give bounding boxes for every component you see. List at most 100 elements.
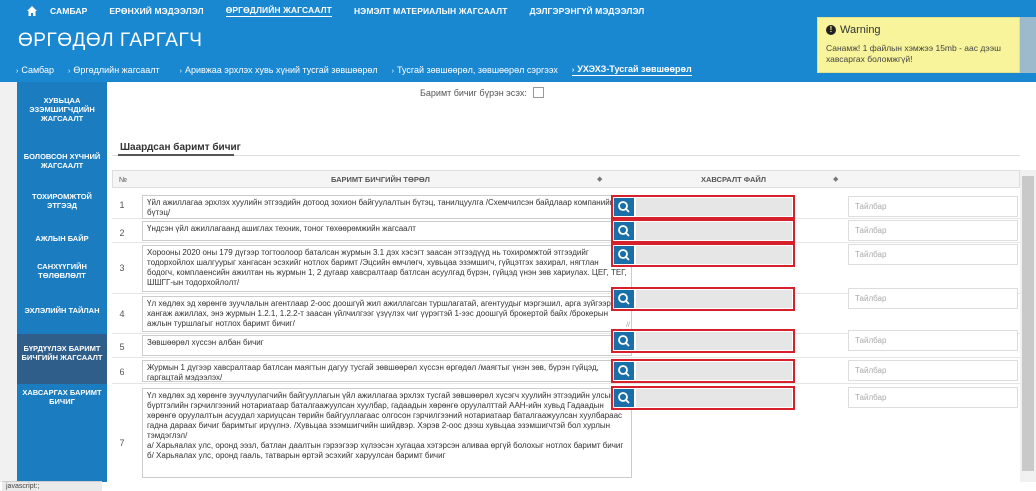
table-row: 1 Үйл ажиллагаа эрхлэх хуулийн этгээдийн… [112, 188, 1020, 219]
page-title: ӨРГӨДӨЛ ГАРГАГЧ [18, 30, 203, 51]
breadcrumb-label: Өргөдлийн жагсаалт [73, 65, 160, 75]
doc-type-text: Үйл ажиллагаа эрхлэх хуулийн этгээдийн д… [147, 198, 615, 217]
breadcrumb-label: Тусгай зөвшөөрөл, зөвшөөрөл сэргээх [397, 65, 558, 75]
breadcrumb-item-current[interactable]: › УХЭХЗ-Тусгай зөвшөөрөл [571, 64, 692, 76]
chevron-right-icon: › [391, 68, 394, 75]
doc-type-text: Үл хөдлөх эд хөрөнгө зуучлалын агентлаар… [147, 299, 611, 328]
search-icon[interactable] [614, 246, 634, 264]
file-path-input[interactable] [636, 332, 792, 350]
breadcrumb-item[interactable]: › Тусгай зөвшөөрөл, зөвшөөрөл сэргээх [392, 65, 558, 75]
toast-title-row: ! Warning [826, 24, 1011, 36]
search-icon[interactable] [614, 332, 634, 350]
breadcrumb-label: УХЭХЗ-Тусгай зөвшөөрөл [577, 64, 692, 74]
doc-complete-checkbox[interactable] [532, 87, 544, 98]
file-path-input[interactable] [636, 290, 792, 308]
sidebar-item-financial-plan[interactable]: САНХҮҮГИЙН ТӨЛӨВЛӨЛТ [17, 262, 107, 280]
doc-type-text: Хорооны 2020 оны 179 дүгээр тогтоолоор б… [147, 248, 627, 287]
doc-type-textarea[interactable]: Үл хөдлөх эд хөрөнгө зуучлалын агентлаар… [142, 296, 632, 332]
nav-dashboard[interactable]: САМБАР [50, 6, 87, 17]
note-input[interactable]: Тайлбар [848, 330, 1018, 351]
doc-type-text: Зөвшөөрөл хүссэн албан бичиг [147, 338, 264, 347]
doc-type-textarea[interactable]: Зөвшөөрөл хүссэн албан бичиг// [142, 335, 632, 356]
row-number: 7 [119, 438, 125, 448]
doc-type-text: Үндсэн үйл ажиллагаанд ашиглах техник, т… [147, 224, 416, 233]
scrollbar-thumb[interactable] [1022, 176, 1034, 471]
status-bar: javascript:; [2, 481, 102, 491]
note-input[interactable]: Тайлбар [848, 360, 1018, 381]
note-input[interactable]: Тайлбар [848, 288, 1018, 309]
table-row: 2 Үндсэн үйл ажиллагаанд ашиглах техник,… [112, 219, 1020, 243]
toast-title: Warning [840, 24, 881, 36]
sort-icon[interactable]: ◆ [597, 175, 602, 183]
file-path-input[interactable] [636, 362, 792, 380]
header-attached-file[interactable]: ХАВСРАЛТ ФАЙЛ [701, 175, 766, 184]
breadcrumb-item[interactable]: › Аривжаа эрхлэх хувь хүний тусгай зөвшөө… [180, 65, 378, 75]
doc-type-textarea[interactable]: Үл хөдлөх эд хөрөнгө зуучлуулагчийн байг… [142, 388, 632, 478]
row-number: 6 [119, 367, 125, 377]
doc-type-text: Үл хөдлөх эд хөрөнгө зуучлуулагчийн байг… [147, 391, 624, 460]
file-upload-field[interactable] [611, 195, 795, 219]
header-doc-type[interactable]: БАРИМТ БИЧГИЙН ТӨРӨЛ [331, 175, 430, 184]
sidebar-item-staff[interactable]: БОЛОВСОН ХҮЧНИЙ ЖАГСААЛТ [17, 152, 107, 170]
file-upload-field[interactable] [611, 386, 795, 410]
note-input[interactable]: Тайлбар [848, 220, 1018, 241]
doc-type-textarea[interactable]: Хорооны 2020 оны 179 дүгээр тогтоолоор б… [142, 245, 632, 292]
header-num[interactable]: № [119, 175, 127, 184]
file-upload-field[interactable] [611, 219, 795, 243]
row-number: 2 [119, 228, 125, 238]
search-icon[interactable] [614, 389, 634, 407]
file-upload-field[interactable] [611, 287, 795, 311]
toast-side-edge [1020, 17, 1036, 73]
file-path-input[interactable] [636, 222, 792, 240]
file-upload-field[interactable] [611, 359, 795, 383]
table-row: 7 Үл хөдлөх эд хөрөнгө зуучлуулагчийн ба… [112, 384, 1020, 482]
search-icon[interactable] [614, 290, 634, 308]
search-icon[interactable] [614, 362, 634, 380]
note-input[interactable]: Тайлбар [848, 387, 1018, 408]
nav-general-info[interactable]: ЕРӨНХИЙ МЭДЭЭЛЭЛ [109, 6, 203, 17]
row-number: 5 [119, 342, 125, 352]
chevron-right-icon: › [571, 67, 575, 74]
breadcrumb-item[interactable]: › Өргөдлийн жагсаалт [68, 65, 160, 75]
sort-icon[interactable]: ◆ [833, 175, 838, 183]
doc-complete-row: Баримт бичиг бүрэн эсэх: [420, 87, 544, 98]
nav-application-list[interactable]: ӨРГӨДЛИЙН ЖАГСААЛТ [225, 5, 332, 17]
row-number: 4 [119, 309, 125, 319]
sidebar-item-fit-persons[interactable]: ТОХИРОМЖТОЙ ЭТГЭЭД [17, 192, 107, 210]
tab-divider [112, 155, 1020, 156]
table-row: 4 Үл хөдлөх эд хөрөнгө зуучлалын агентла… [112, 287, 1020, 334]
breadcrumb-item[interactable]: › Самбар [16, 65, 54, 75]
home-icon[interactable] [26, 5, 38, 17]
sidebar-item-workplace[interactable]: АЖЛЫН БАЙР [17, 234, 107, 243]
nav-additional-materials[interactable]: НЭМЭЛТ МАТЕРИАЛЫН ЖАГСААЛТ [354, 6, 508, 17]
chevron-right-icon: › [68, 68, 71, 75]
file-upload-field[interactable] [611, 243, 795, 267]
note-input[interactable]: Тайлбар [848, 244, 1018, 265]
sidebar-item-shareholders[interactable]: ХУВЬЦАА ЭЗЭМШИГЧДИЙН ЖАГСААЛТ [17, 96, 107, 123]
sidebar-item-attach-documents[interactable]: ХАВСАРГАХ БАРИМТ БИЧИГ [17, 388, 107, 406]
table-header: № БАРИМТ БИЧГИЙН ТӨРӨЛ ◆ ХАВСРАЛТ ФАЙЛ ◆ [112, 170, 1020, 188]
doc-type-textarea[interactable]: Журмын 1 дүгээр хавсралтаар батлсан маяг… [142, 360, 632, 382]
file-path-input[interactable] [636, 389, 792, 407]
file-path-input[interactable] [636, 198, 792, 216]
search-icon[interactable] [614, 198, 634, 216]
sidebar-item-initial-report[interactable]: ЭХЛЭЛИЙН ТАЙЛАН [17, 306, 107, 315]
sidebar-item-documents-list[interactable]: БҮРДҮҮЛЭХ БАРИМТ БИЧГИЙН ЖАГСААЛТ [17, 334, 107, 384]
search-icon[interactable] [614, 222, 634, 240]
file-path-input[interactable] [636, 246, 792, 264]
warning-toast[interactable]: ! Warning Санамж! 1 файлын хэмжээ 15mb -… [817, 17, 1020, 73]
row-number: 3 [119, 263, 125, 273]
file-upload-field[interactable] [611, 329, 795, 353]
table-row: 5 Зөвшөөрөл хүссэн албан бичиг// Тайлбар [112, 329, 1020, 358]
active-tab-underline [118, 154, 234, 156]
table-row: 6 Журмын 1 дүгээр хавсралтаар батлсан ма… [112, 358, 1020, 384]
breadcrumb-label: Самбар [21, 65, 54, 75]
tab-required-documents[interactable]: Шаардсан баримт бичиг [120, 142, 241, 153]
doc-complete-label: Баримт бичиг бүрэн эсэх: [420, 87, 527, 98]
table-row: 3 Хорооны 2020 оны 179 дүгээр тогтоолоор… [112, 243, 1020, 294]
left-scroll-strip [0, 82, 17, 482]
note-input[interactable]: Тайлбар [848, 196, 1018, 217]
nav-details[interactable]: ДЭЛГЭРЭНГҮЙ МЭДЭЭЛЭЛ [530, 6, 645, 17]
doc-type-textarea[interactable]: Үйл ажиллагаа эрхлэх хуулийн этгээдийн д… [142, 195, 632, 219]
doc-type-textarea[interactable]: Үндсэн үйл ажиллагаанд ашиглах техник, т… [142, 221, 632, 241]
